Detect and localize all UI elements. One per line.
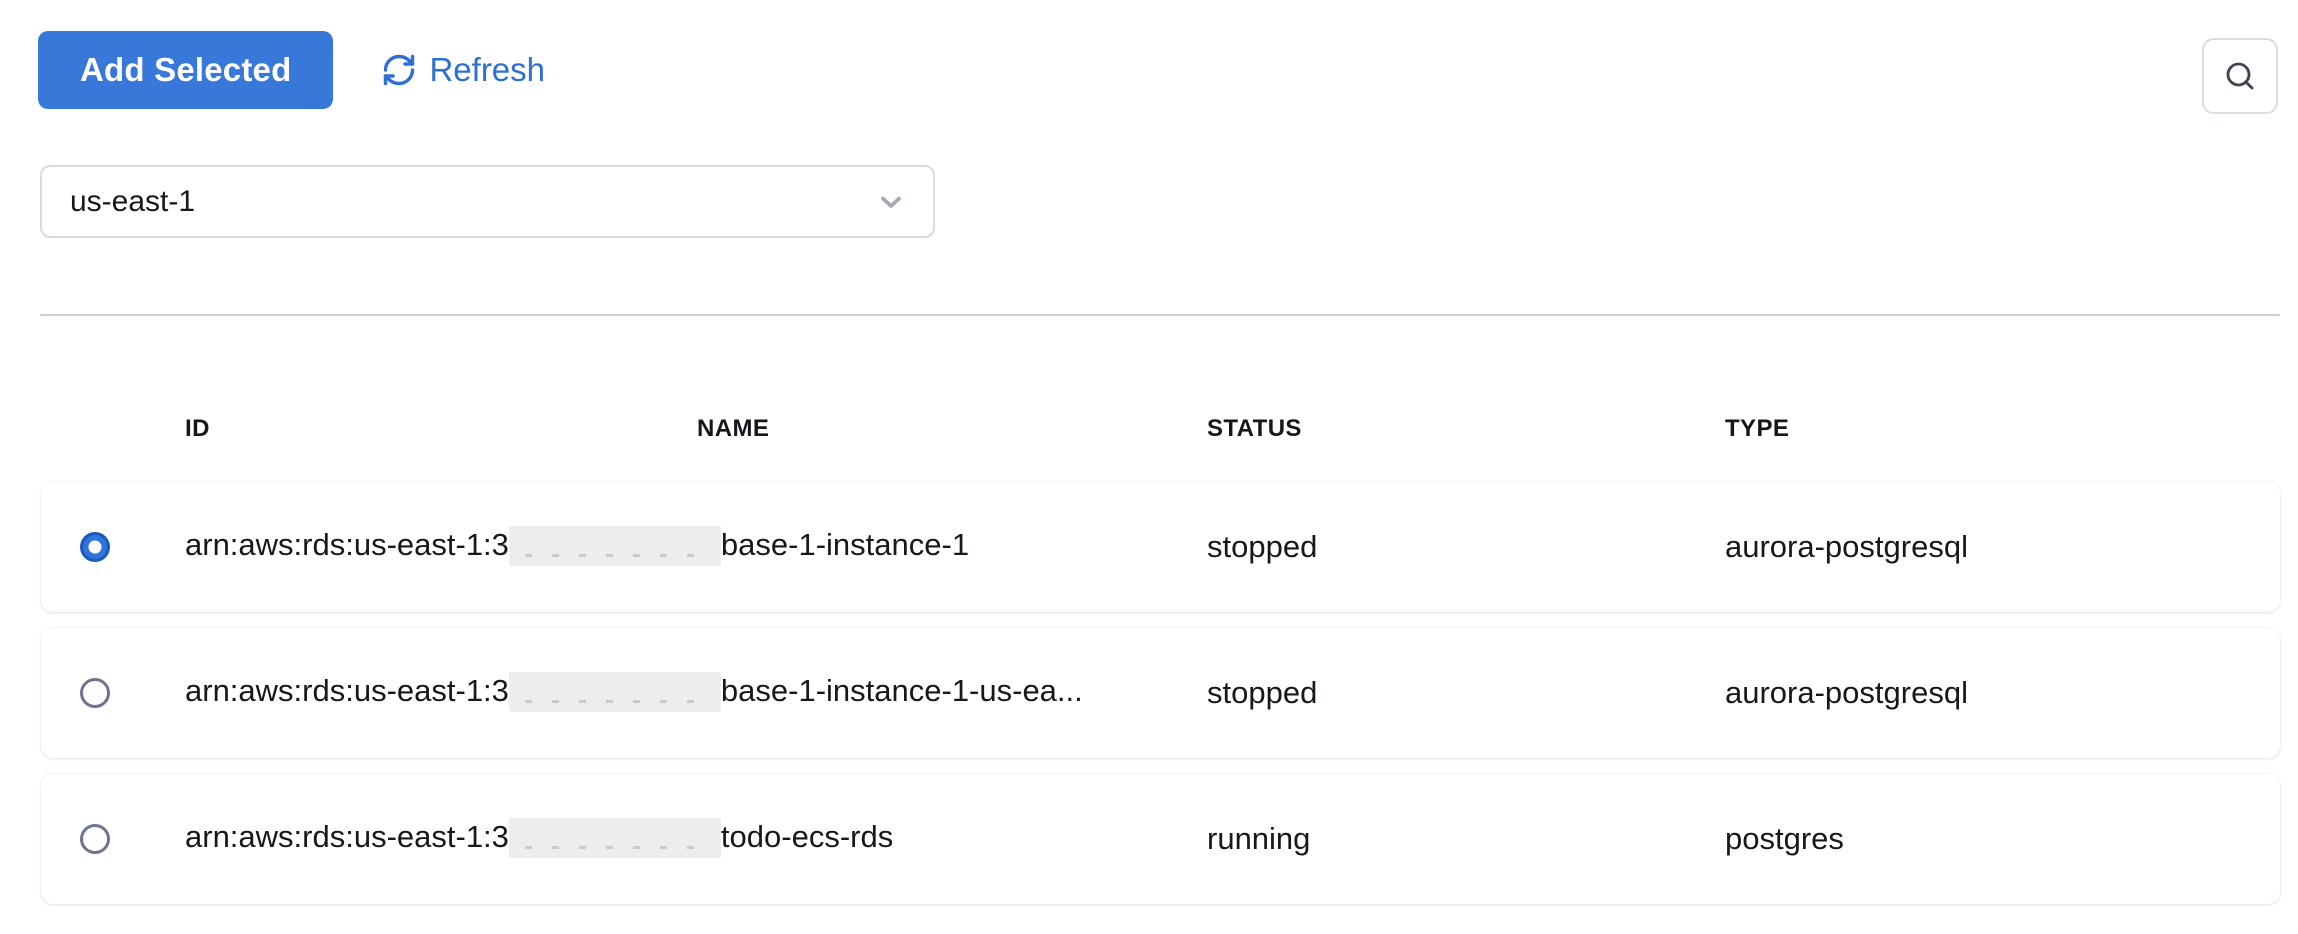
- type-cell: postgres: [1725, 821, 2280, 857]
- instance-id-suffix: base-1-instance-1-us-ea...: [721, 673, 1083, 708]
- search-icon: [2222, 58, 2258, 94]
- toolbar: Add Selected Refresh: [38, 31, 545, 109]
- add-selected-button[interactable]: Add Selected: [38, 31, 333, 109]
- instance-id-prefix: arn:aws:rds:us-east-1:3: [185, 527, 509, 562]
- instance-id-cell: arn:aws:rds:us-east-1:3 base-1-instance-1: [185, 526, 1207, 568]
- column-header-id: ID: [185, 415, 697, 443]
- instance-id-cell: arn:aws:rds:us-east-1:3 todo-ecs-rds: [185, 818, 1207, 860]
- divider: [40, 314, 2280, 316]
- radio-button[interactable]: [80, 532, 110, 562]
- redacted-text: [509, 672, 721, 712]
- refresh-icon: [381, 52, 417, 88]
- refresh-label: Refresh: [429, 51, 545, 89]
- instance-id-prefix: arn:aws:rds:us-east-1:3: [185, 819, 509, 854]
- table-row[interactable]: arn:aws:rds:us-east-1:3 base-1-instance-1…: [41, 628, 2280, 758]
- status-cell: stopped: [1207, 675, 1725, 711]
- table-row[interactable]: arn:aws:rds:us-east-1:3 base-1-instance-1…: [41, 482, 2280, 612]
- table-header: ID NAME STATUS TYPE: [41, 412, 2280, 446]
- instance-table: ID NAME STATUS TYPE arn:aws:rds:us-east-…: [41, 412, 2280, 920]
- instance-id-suffix: base-1-instance-1: [721, 527, 969, 562]
- column-header-status: STATUS: [1207, 415, 1725, 443]
- status-cell: running: [1207, 821, 1725, 857]
- type-cell: aurora-postgresql: [1725, 529, 2280, 565]
- type-cell: aurora-postgresql: [1725, 675, 2280, 711]
- table-row[interactable]: arn:aws:rds:us-east-1:3 todo-ecs-rds runn…: [41, 774, 2280, 904]
- refresh-button[interactable]: Refresh: [381, 51, 545, 89]
- redacted-text: [509, 526, 721, 566]
- chevron-down-icon: [875, 186, 907, 218]
- radio-button[interactable]: [80, 678, 110, 708]
- column-header-name: NAME: [697, 415, 1207, 443]
- instance-id-suffix: todo-ecs-rds: [721, 819, 893, 854]
- redacted-text: [509, 818, 721, 858]
- radio-cell: [41, 678, 185, 708]
- region-select[interactable]: us-east-1: [40, 165, 935, 238]
- region-select-value: us-east-1: [70, 185, 195, 219]
- radio-cell: [41, 824, 185, 854]
- status-cell: stopped: [1207, 529, 1725, 565]
- column-header-type: TYPE: [1725, 415, 2280, 443]
- search-button[interactable]: [2202, 38, 2278, 114]
- radio-cell: [41, 532, 185, 562]
- instance-id-cell: arn:aws:rds:us-east-1:3 base-1-instance-1…: [185, 672, 1207, 714]
- instance-id-prefix: arn:aws:rds:us-east-1:3: [185, 673, 509, 708]
- radio-button[interactable]: [80, 824, 110, 854]
